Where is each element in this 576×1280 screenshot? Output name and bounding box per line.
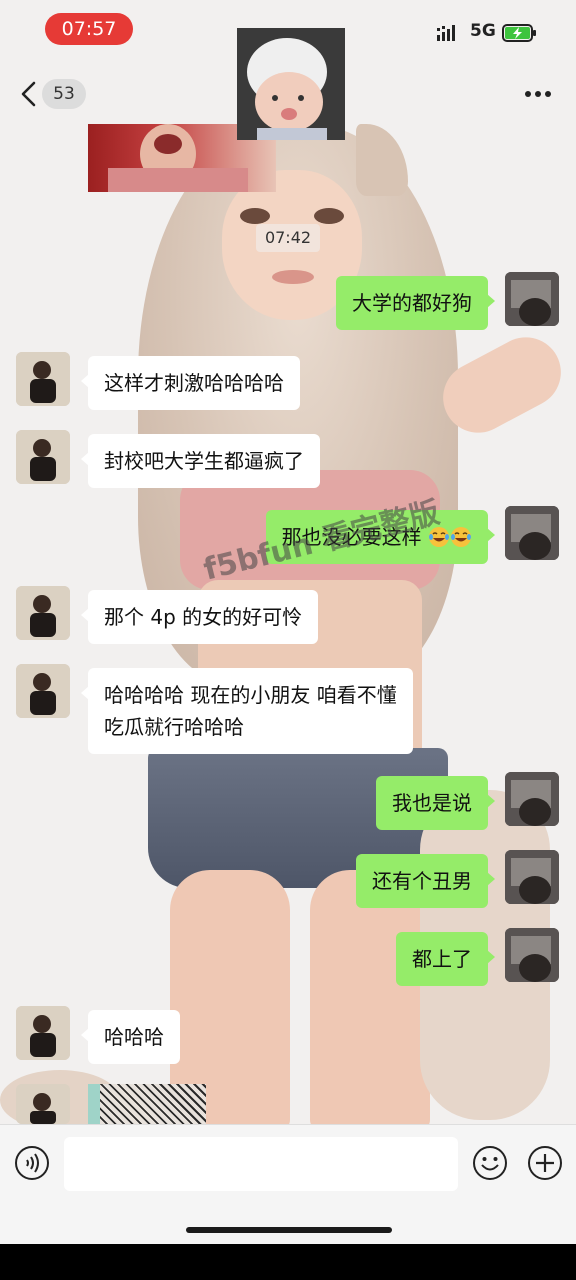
contact-avatar[interactable] [16, 1084, 70, 1124]
home-bar-area [0, 1208, 576, 1244]
signal-icon [437, 25, 455, 41]
contact-avatar[interactable] [16, 352, 70, 406]
image-message-thumbnail[interactable] [88, 1084, 206, 1124]
message-input[interactable] [64, 1137, 458, 1191]
message-text: 都上了 [412, 947, 472, 971]
message-bubble-sent[interactable]: 都上了 [396, 932, 495, 986]
laughing-crying-emoji-icon [451, 527, 471, 547]
contact-avatar[interactable] [16, 430, 70, 484]
chat-message-list[interactable]: 07:42 大学的都好狗 这样才刺激哈哈哈哈 封校吧大学生都逼疯了 那也没必要这… [0, 124, 576, 1124]
message-text-line: 吃瓜就行哈哈哈 [104, 715, 244, 739]
message-bubble-sent[interactable]: 大学的都好狗 [336, 276, 495, 330]
message-bubble-sent[interactable]: 我也是说 [376, 776, 495, 830]
self-avatar[interactable] [505, 506, 559, 560]
contact-avatar[interactable] [16, 664, 70, 718]
home-indicator[interactable] [186, 1227, 392, 1233]
message-text-line: 哈哈哈哈 现在的小朋友 咱看不懂 [104, 683, 397, 707]
network-type: 5G [470, 21, 496, 41]
message-text: 那个 4p 的女的好可怜 [104, 605, 303, 629]
status-time: 07:57 [45, 13, 133, 45]
more-icon[interactable] [522, 82, 554, 106]
message-text: 封校吧大学生都逼疯了 [104, 449, 304, 473]
message-text: 哈哈哈 [104, 1025, 164, 1049]
self-avatar[interactable] [505, 850, 559, 904]
self-avatar[interactable] [505, 272, 559, 326]
plus-icon[interactable] [527, 1145, 563, 1181]
emoji-icon[interactable] [472, 1145, 508, 1181]
watermark-text: f5bfun 看完整版 [200, 495, 444, 588]
self-avatar[interactable] [505, 928, 559, 982]
message-text: 大学的都好狗 [352, 291, 472, 315]
voice-icon[interactable] [14, 1145, 50, 1181]
message-bubble-received[interactable]: 这样才刺激哈哈哈哈 [81, 356, 300, 410]
unread-count-badge[interactable]: 53 [42, 79, 86, 109]
back-icon[interactable] [18, 80, 40, 108]
self-avatar[interactable] [505, 772, 559, 826]
message-bubble-sent[interactable]: 还有个丑男 [356, 854, 495, 908]
contact-avatar[interactable] [16, 1006, 70, 1060]
contact-avatar[interactable] [16, 586, 70, 640]
message-text: 还有个丑男 [372, 869, 472, 893]
battery-charging-icon [502, 24, 536, 42]
message-bubble-received[interactable]: 那个 4p 的女的好可怜 [80, 590, 319, 644]
message-input-bar [0, 1124, 576, 1208]
message-bubble-received[interactable]: 封校吧大学生都逼疯了 [81, 434, 320, 488]
message-text: 我也是说 [392, 791, 472, 815]
message-bubble-received[interactable]: 哈哈哈 [81, 1010, 180, 1064]
message-text: 这样才刺激哈哈哈哈 [104, 371, 284, 395]
screen-bottom-edge [0, 1244, 576, 1280]
message-bubble-received[interactable]: 哈哈哈哈 现在的小朋友 咱看不懂 吃瓜就行哈哈哈 [81, 668, 413, 754]
message-timestamp: 07:42 [256, 224, 320, 252]
